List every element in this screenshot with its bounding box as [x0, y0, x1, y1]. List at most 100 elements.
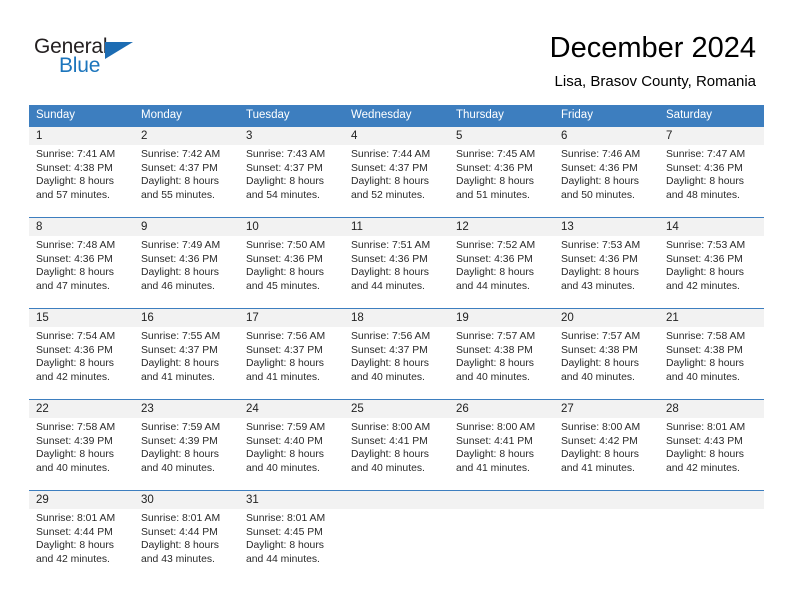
- day-number[interactable]: 28: [659, 400, 764, 418]
- day-number[interactable]: 13: [554, 218, 659, 236]
- day-number[interactable]: 16: [134, 309, 239, 327]
- day-cell[interactable]: Sunrise: 7:52 AM Sunset: 4:36 PM Dayligh…: [449, 236, 554, 298]
- sunset-text: Sunset: 4:37 PM: [141, 344, 218, 356]
- sunset-text: Sunset: 4:37 PM: [141, 162, 218, 174]
- daylight-text-line1: Daylight: 8 hours: [351, 358, 429, 370]
- day-number[interactable]: 19: [449, 309, 554, 327]
- day-cell[interactable]: Sunrise: 7:59 AM Sunset: 4:40 PM Dayligh…: [239, 418, 344, 480]
- sunset-text: Sunset: 4:37 PM: [351, 162, 428, 174]
- week-daynumber-band: 29 30 31: [29, 491, 764, 509]
- day-number[interactable]: 7: [659, 127, 764, 145]
- day-cell[interactable]: Sunrise: 8:01 AM Sunset: 4:44 PM Dayligh…: [29, 509, 134, 571]
- daylight-text-line1: Daylight: 8 hours: [456, 358, 534, 370]
- day-number[interactable]: 25: [344, 400, 449, 418]
- day-number[interactable]: 26: [449, 400, 554, 418]
- sunset-text: Sunset: 4:36 PM: [561, 253, 638, 265]
- day-number[interactable]: 8: [29, 218, 134, 236]
- day-cell[interactable]: Sunrise: 7:47 AM Sunset: 4:36 PM Dayligh…: [659, 145, 764, 207]
- day-number-empty: [344, 491, 449, 509]
- daylight-text-line1: Daylight: 8 hours: [141, 540, 219, 552]
- day-cell[interactable]: Sunrise: 7:59 AM Sunset: 4:39 PM Dayligh…: [134, 418, 239, 480]
- day-cell[interactable]: Sunrise: 8:00 AM Sunset: 4:41 PM Dayligh…: [344, 418, 449, 480]
- day-number[interactable]: 29: [29, 491, 134, 509]
- day-number[interactable]: 18: [344, 309, 449, 327]
- day-number[interactable]: 15: [29, 309, 134, 327]
- day-cell[interactable]: Sunrise: 7:58 AM Sunset: 4:39 PM Dayligh…: [29, 418, 134, 480]
- daylight-text-line1: Daylight: 8 hours: [561, 176, 639, 188]
- day-cell[interactable]: Sunrise: 7:50 AM Sunset: 4:36 PM Dayligh…: [239, 236, 344, 298]
- day-cell[interactable]: Sunrise: 7:42 AM Sunset: 4:37 PM Dayligh…: [134, 145, 239, 207]
- day-cell[interactable]: Sunrise: 8:00 AM Sunset: 4:41 PM Dayligh…: [449, 418, 554, 480]
- daylight-text-line2: and 40 minutes.: [351, 371, 425, 383]
- day-number[interactable]: 24: [239, 400, 344, 418]
- sunrise-text: Sunrise: 7:54 AM: [36, 331, 116, 342]
- day-number[interactable]: 30: [134, 491, 239, 509]
- day-cell[interactable]: Sunrise: 7:45 AM Sunset: 4:36 PM Dayligh…: [449, 145, 554, 207]
- sunset-text: Sunset: 4:39 PM: [141, 435, 218, 447]
- week-row: 15 16 17 18 19 20 21 Sunrise: 7:54 AM Su…: [29, 308, 764, 389]
- daylight-text-line1: Daylight: 8 hours: [351, 449, 429, 461]
- day-number[interactable]: 9: [134, 218, 239, 236]
- day-cell[interactable]: Sunrise: 7:56 AM Sunset: 4:37 PM Dayligh…: [344, 327, 449, 389]
- daylight-text-line2: and 42 minutes.: [666, 280, 740, 292]
- day-number[interactable]: 14: [659, 218, 764, 236]
- day-number[interactable]: 17: [239, 309, 344, 327]
- daylight-text-line1: Daylight: 8 hours: [36, 358, 114, 370]
- day-number[interactable]: 22: [29, 400, 134, 418]
- sunrise-text: Sunrise: 7:57 AM: [561, 331, 641, 342]
- day-number[interactable]: 6: [554, 127, 659, 145]
- sunrise-text: Sunrise: 8:00 AM: [561, 422, 641, 433]
- daylight-text-line2: and 44 minutes.: [456, 280, 530, 292]
- day-number[interactable]: 3: [239, 127, 344, 145]
- day-cell[interactable]: Sunrise: 7:41 AM Sunset: 4:38 PM Dayligh…: [29, 145, 134, 207]
- day-cell[interactable]: Sunrise: 7:56 AM Sunset: 4:37 PM Dayligh…: [239, 327, 344, 389]
- sunset-text: Sunset: 4:37 PM: [246, 344, 323, 356]
- day-cell[interactable]: Sunrise: 8:01 AM Sunset: 4:45 PM Dayligh…: [239, 509, 344, 571]
- daylight-text-line1: Daylight: 8 hours: [246, 449, 324, 461]
- day-cell[interactable]: Sunrise: 7:49 AM Sunset: 4:36 PM Dayligh…: [134, 236, 239, 298]
- day-number[interactable]: 23: [134, 400, 239, 418]
- day-cell[interactable]: Sunrise: 7:53 AM Sunset: 4:36 PM Dayligh…: [554, 236, 659, 298]
- day-number[interactable]: 21: [659, 309, 764, 327]
- day-cell[interactable]: Sunrise: 7:51 AM Sunset: 4:36 PM Dayligh…: [344, 236, 449, 298]
- daylight-text-line2: and 47 minutes.: [36, 280, 110, 292]
- day-cell[interactable]: Sunrise: 8:01 AM Sunset: 4:44 PM Dayligh…: [134, 509, 239, 571]
- day-cell[interactable]: Sunrise: 7:55 AM Sunset: 4:37 PM Dayligh…: [134, 327, 239, 389]
- day-number[interactable]: 12: [449, 218, 554, 236]
- day-number[interactable]: 11: [344, 218, 449, 236]
- sunrise-text: Sunrise: 7:55 AM: [141, 331, 221, 342]
- daylight-text-line2: and 51 minutes.: [456, 189, 530, 201]
- week-row: 1 2 3 4 5 6 7 Sunrise: 7:41 AM Sunset: 4…: [29, 126, 764, 207]
- day-cell[interactable]: Sunrise: 7:44 AM Sunset: 4:37 PM Dayligh…: [344, 145, 449, 207]
- daylight-text-line1: Daylight: 8 hours: [36, 540, 114, 552]
- day-number[interactable]: 20: [554, 309, 659, 327]
- day-number[interactable]: 1: [29, 127, 134, 145]
- daylight-text-line1: Daylight: 8 hours: [141, 449, 219, 461]
- day-cell[interactable]: Sunrise: 7:57 AM Sunset: 4:38 PM Dayligh…: [449, 327, 554, 389]
- daylight-text-line2: and 40 minutes.: [36, 462, 110, 474]
- sunrise-text: Sunrise: 7:59 AM: [246, 422, 326, 433]
- day-cell[interactable]: Sunrise: 7:53 AM Sunset: 4:36 PM Dayligh…: [659, 236, 764, 298]
- daylight-text-line2: and 43 minutes.: [561, 280, 635, 292]
- day-cell[interactable]: Sunrise: 7:46 AM Sunset: 4:36 PM Dayligh…: [554, 145, 659, 207]
- sunrise-text: Sunrise: 7:56 AM: [351, 331, 431, 342]
- daylight-text-line1: Daylight: 8 hours: [351, 267, 429, 279]
- day-number[interactable]: 31: [239, 491, 344, 509]
- day-cell[interactable]: Sunrise: 7:43 AM Sunset: 4:37 PM Dayligh…: [239, 145, 344, 207]
- day-number[interactable]: 27: [554, 400, 659, 418]
- sunrise-text: Sunrise: 7:44 AM: [351, 149, 431, 160]
- day-cell[interactable]: Sunrise: 7:57 AM Sunset: 4:38 PM Dayligh…: [554, 327, 659, 389]
- day-cell[interactable]: Sunrise: 8:01 AM Sunset: 4:43 PM Dayligh…: [659, 418, 764, 480]
- title-block: December 2024 Lisa, Brasov County, Roman…: [550, 30, 756, 91]
- sunset-text: Sunset: 4:36 PM: [561, 162, 638, 174]
- day-number[interactable]: 10: [239, 218, 344, 236]
- day-cell[interactable]: Sunrise: 7:48 AM Sunset: 4:36 PM Dayligh…: [29, 236, 134, 298]
- page-title: December 2024: [549, 32, 756, 64]
- day-cell[interactable]: Sunrise: 7:54 AM Sunset: 4:36 PM Dayligh…: [29, 327, 134, 389]
- daylight-text-line1: Daylight: 8 hours: [666, 267, 744, 279]
- day-number[interactable]: 5: [449, 127, 554, 145]
- day-number[interactable]: 4: [344, 127, 449, 145]
- day-number[interactable]: 2: [134, 127, 239, 145]
- day-cell[interactable]: Sunrise: 8:00 AM Sunset: 4:42 PM Dayligh…: [554, 418, 659, 480]
- day-cell[interactable]: Sunrise: 7:58 AM Sunset: 4:38 PM Dayligh…: [659, 327, 764, 389]
